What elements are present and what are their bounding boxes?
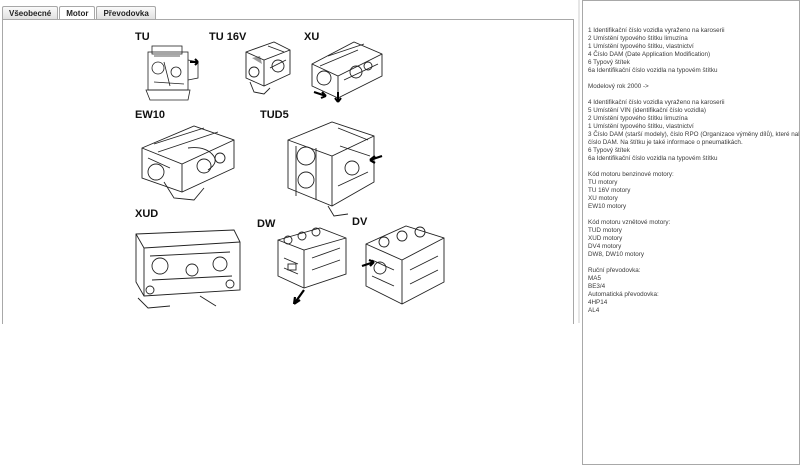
info-line: 4 Identifikační číslo vozidla vyraženo n… [588,99,725,106]
tab-bar: Všeobecné Motor Převodovka [2,6,157,21]
info-line: Kód motoru benzinové motory: [588,171,674,178]
info-line: BE3/4 [588,283,606,290]
info-line: Automatická převodovka: [588,291,659,298]
info-line: 6 Typový štítek [588,59,630,66]
ew10-engine-drawing [141,125,235,201]
info-line: 1 Umístění typového štítku, vlastnictví [588,43,694,50]
info-line: DV4 motory [588,243,622,250]
info-line: 1 Umístění typového štítku, vlastnictví [588,123,694,130]
xud-engine-drawing [135,229,241,309]
tab-gearbox[interactable]: Převodovka [96,6,156,20]
info-line: 6a Identifikační číslo vozidla na typové… [588,67,718,74]
info-line: Modelový rok 2000 -> [588,83,649,90]
tu-engine-drawing [145,45,199,101]
xu-engine-drawing [311,41,383,103]
info-line: 6 Typový štítek [588,147,630,154]
info-line: Ruční převodovka: [588,267,641,274]
info-text: 1 Identifikační číslo vozidla vyraženo n… [588,27,800,315]
info-line: TU 16V motory [588,187,631,194]
info-line: 2 Umístění typového štítku limuzína [588,115,688,122]
info-line: MA5 [588,275,601,282]
info-line: 1 Identifikační číslo vozidla vyraženo n… [588,27,725,34]
engine-panel: Všeobecné Motor Převodovka TU TU 16V XU … [0,0,578,324]
info-line: EW10 motory [588,203,627,210]
engine-label-xud: XUD [135,208,159,220]
info-line: XU motory [588,195,618,202]
tab-general[interactable]: Všeobecné [2,6,59,20]
info-line: 2 Umístění typového štítku limuzína [588,35,688,42]
info-line: 5 Umístění VIN (identifikační číslo vozi… [588,107,706,114]
info-line: 3 Číslo DAM (starší modely), číslo RPO (… [588,131,800,138]
info-line: TU motory [588,179,618,186]
info-line: Kód motoru vznětové motory: [588,219,671,226]
dw-engine-drawing [277,227,347,305]
info-line: 4 Číslo DAM (Date Application Modificati… [588,51,711,58]
tu16v-engine-drawing [245,41,291,95]
info-line: 4HP14 [588,299,608,306]
info-line: 6a Identifikační číslo vozidla na typové… [588,155,718,162]
tud5-engine-drawing [287,121,383,217]
info-line: AL4 [588,307,600,314]
info-line: TUD motory [588,227,622,234]
info-line: XUD motory [588,235,623,242]
info-line: číslo DAM. Na štítku je také informace o… [588,139,743,146]
dv-engine-drawing [361,225,445,305]
info-line: DW8, DW10 motory [588,251,644,258]
info-panel: 1 Identifikační číslo vozidla vyraženo n… [582,0,800,465]
panel-divider[interactable] [578,0,580,323]
